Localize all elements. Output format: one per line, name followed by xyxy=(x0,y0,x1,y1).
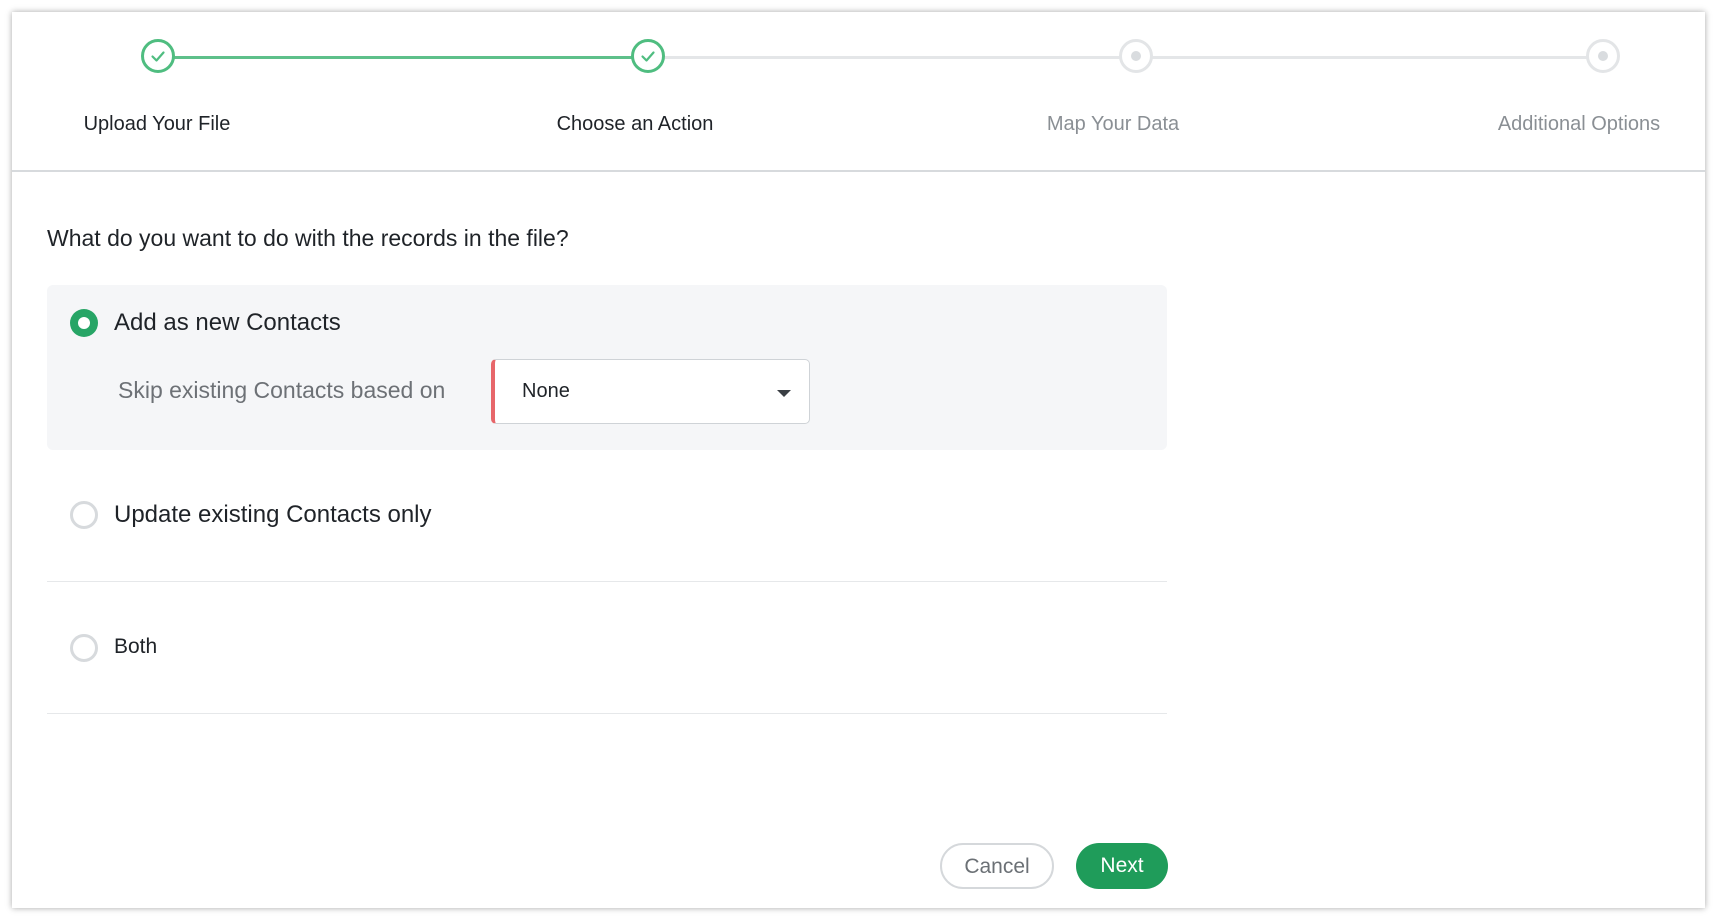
option-add-new[interactable]: Add as new Contacts Skip existing Contac… xyxy=(47,285,1167,450)
option-update-existing[interactable]: Update existing Contacts only xyxy=(47,450,1167,582)
cancel-button[interactable]: Cancel xyxy=(940,843,1054,889)
radio-update-existing[interactable] xyxy=(70,501,98,529)
step-2-check-icon xyxy=(631,39,665,73)
radio-both[interactable] xyxy=(70,634,98,662)
step-1-check-icon xyxy=(141,39,175,73)
progress-stepper: Upload Your File Choose an Action Map Yo… xyxy=(12,12,1705,172)
option-label-update-existing: Update existing Contacts only xyxy=(114,501,432,528)
step-3-dot-icon xyxy=(1119,39,1153,73)
step-label-map-data: Map Your Data xyxy=(1046,113,1180,135)
option-label-both: Both xyxy=(114,635,158,658)
skip-criteria-select[interactable]: None xyxy=(491,359,810,424)
step-label-additional-options: Additional Options xyxy=(1497,113,1661,135)
next-button[interactable]: Next xyxy=(1076,843,1168,889)
step-label-choose-action: Choose an Action xyxy=(556,113,714,135)
import-wizard-window: Upload Your File Choose an Action Map Yo… xyxy=(12,12,1705,908)
stepper-track-complete xyxy=(158,56,648,59)
option-both[interactable]: Both xyxy=(47,582,1167,714)
radio-add-new[interactable] xyxy=(70,309,98,337)
action-question: What do you want to do with the records … xyxy=(47,225,569,251)
chevron-down-icon xyxy=(777,390,791,397)
step-label-upload: Upload Your File xyxy=(83,113,231,135)
skip-criteria-value: None xyxy=(522,380,570,402)
option-label-add-new: Add as new Contacts xyxy=(114,309,341,336)
skip-existing-label: Skip existing Contacts based on xyxy=(118,377,446,403)
step-4-dot-icon xyxy=(1586,39,1620,73)
action-options: Add as new Contacts Skip existing Contac… xyxy=(47,285,1167,714)
